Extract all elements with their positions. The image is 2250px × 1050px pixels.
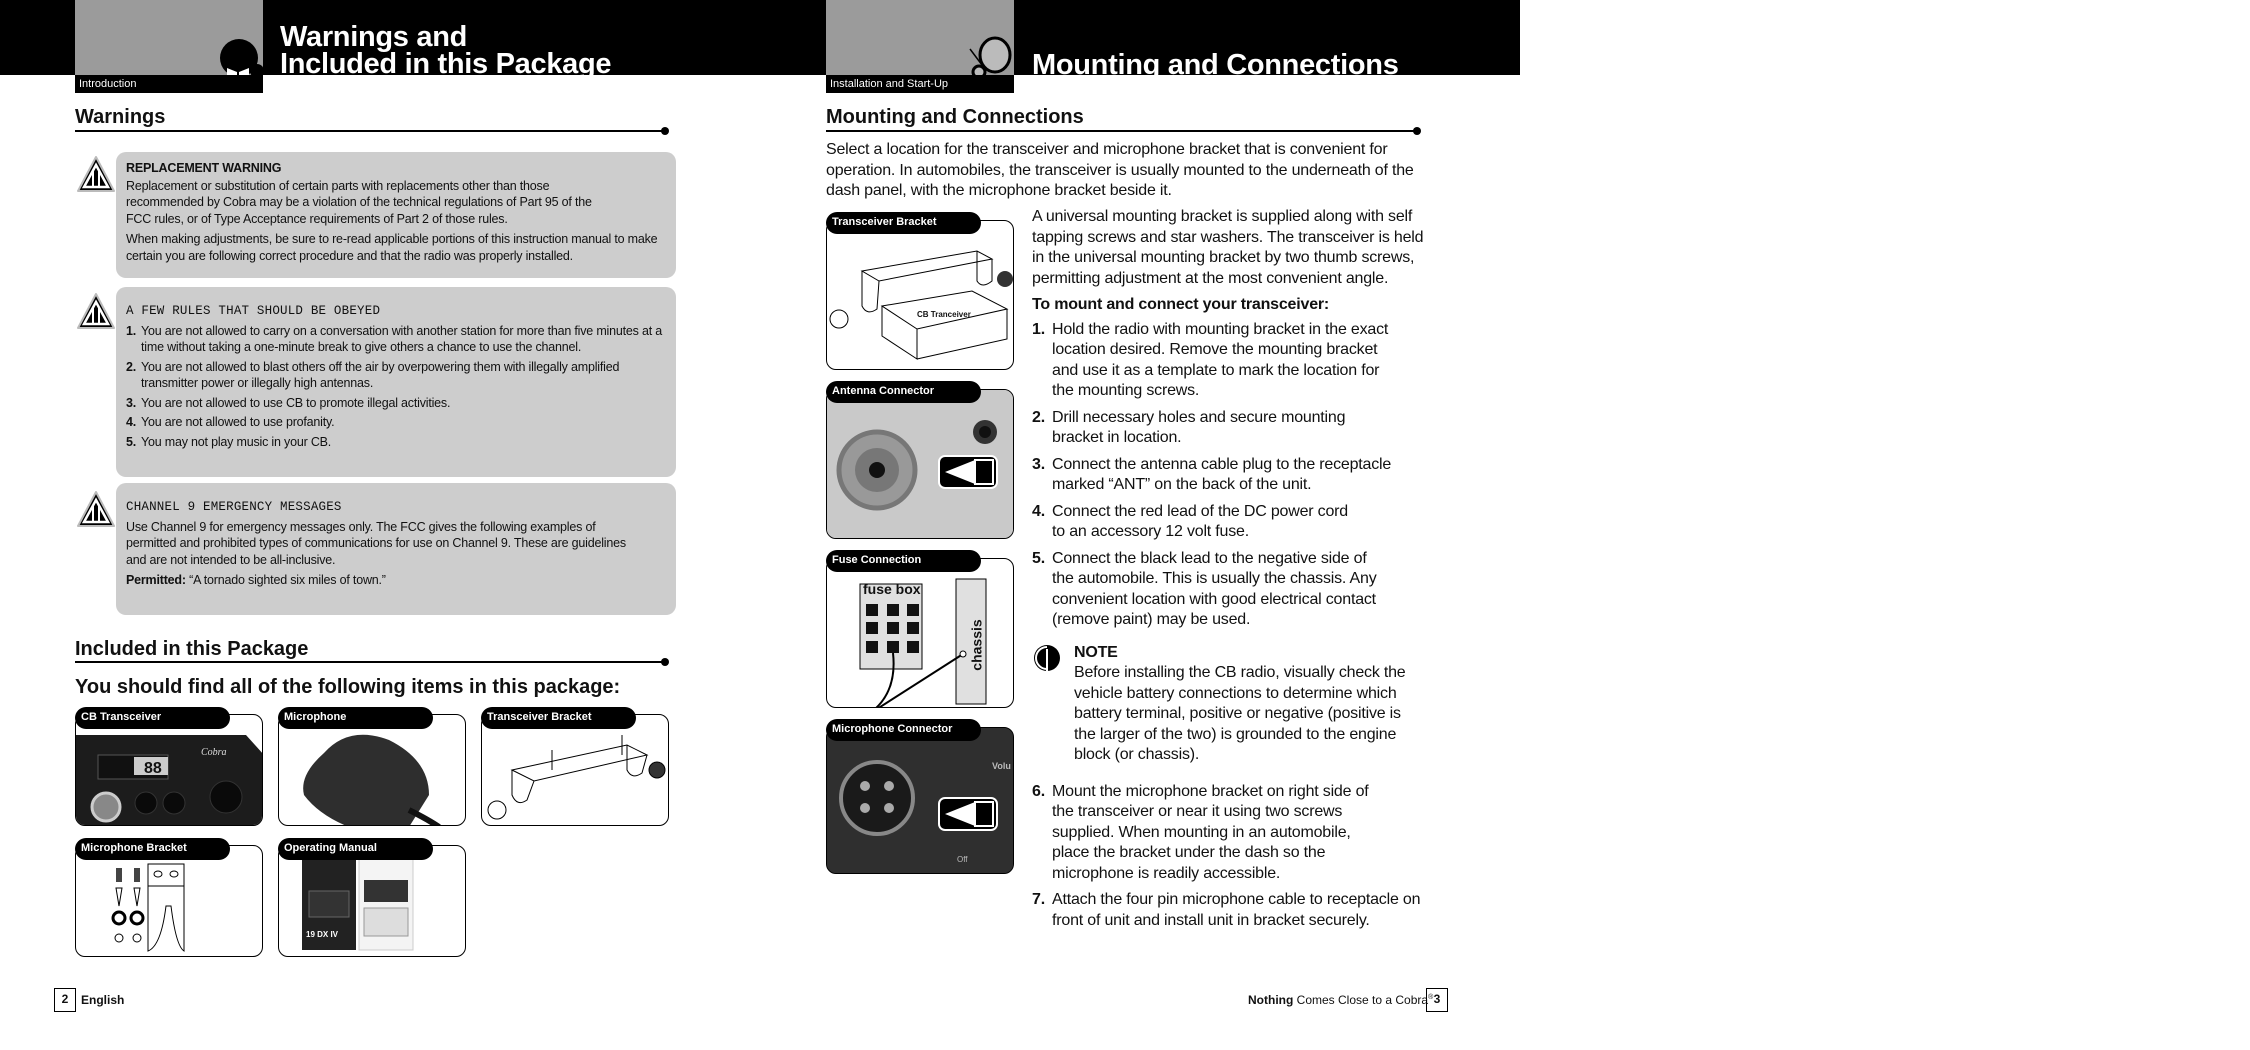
- channel9-para: Use Channel 9 for emergency messages onl…: [126, 519, 626, 567]
- footer-tagline: Nothing Comes Close to a Cobra®: [1248, 993, 1434, 1007]
- note-block: NOTE Before installing the CB radio, vis…: [1032, 643, 1427, 766]
- step-item: 1. Hold the radio with mounting bracket i…: [1032, 320, 1389, 400]
- step-item: 7. Attach the four pin microphone cable t…: [1032, 891, 1421, 929]
- note-info-icon: [1034, 644, 1060, 673]
- figure-fuse-connection: fuse box chassis: [826, 558, 1014, 708]
- steps-heading: To mount and connect your transceiver:: [1032, 296, 1330, 313]
- note-text: Before installing the CB radio, visually…: [1074, 664, 1406, 763]
- bracket-with-transceiver-diagram: [829, 250, 1013, 360]
- channel9-text: CHANNEL 9 EMERGENCY MESSAGES Use Channel…: [126, 499, 626, 593]
- left-page-title: Warnings and Included in this Package: [280, 21, 612, 80]
- instructions-column: A universal mounting bracket is supplied…: [1032, 207, 1427, 937]
- step-item: 6. Mount the microphone bracket on right …: [1032, 782, 1369, 882]
- rule-item: 2. You are not allowed to blast others of…: [126, 359, 620, 391]
- bracket-paragraph: A universal mounting bracket is supplied…: [1032, 208, 1424, 287]
- package-item-microphone-bracket: [75, 845, 263, 957]
- chassis-label: chassis: [968, 619, 985, 671]
- right-section-tab: Installation and Start-Up: [826, 0, 1014, 93]
- package-item-label: Operating Manual: [278, 838, 433, 860]
- title-line-1: Warnings and: [280, 21, 468, 53]
- package-item-label: Microphone: [278, 707, 433, 729]
- microphone-connector-photo: [827, 728, 1013, 873]
- svg-text:88: 88: [144, 760, 162, 777]
- section-tab-label: Introduction: [75, 75, 263, 93]
- replacement-warning-title: REPLACEMENT WARNING: [126, 161, 282, 175]
- step-item: 3. Connect the antenna cable plug to the …: [1032, 455, 1392, 494]
- figure-transceiver-bracket: CB Tranceiver: [826, 220, 1014, 370]
- replacement-warning-text: REPLACEMENT WARNING Replacement or subst…: [126, 160, 671, 268]
- cb-transceiver-image: 88 Cobra: [76, 715, 262, 825]
- figure-label: Transceiver Bracket: [826, 212, 981, 234]
- package-subheading: You should find all of the following ite…: [75, 676, 621, 698]
- page-number: 3: [1426, 988, 1448, 1012]
- fuse-box-label: fuse box: [863, 581, 921, 597]
- page-number: 2: [54, 988, 76, 1012]
- right-page-title: Mounting and Connections: [1032, 49, 1399, 81]
- step-item: 5. Connect the black lead to the negative…: [1032, 549, 1377, 629]
- microphone-image: [303, 734, 441, 825]
- figure-label: Fuse Connection: [826, 550, 981, 572]
- cb-tranceiver-label: CB Tranceiver: [917, 310, 971, 319]
- adjustment-warning-para: When making adjustments, be sure to re-r…: [126, 232, 658, 263]
- figure-microphone-connector: Volu Off: [826, 727, 1014, 874]
- warning-triangle-icon: [77, 156, 115, 192]
- rule-item: 1. You are not allowed to carry on a conv…: [126, 323, 663, 355]
- step-item: 4. Connect the red lead of the DC power c…: [1032, 502, 1348, 541]
- section-rule: [75, 658, 669, 666]
- svg-text:Cobra: Cobra: [201, 747, 227, 758]
- package-item-label: CB Transceiver: [75, 707, 230, 729]
- section-rule: [826, 127, 1421, 135]
- rule-item: 4. You are not allowed to use profanity.: [126, 415, 335, 429]
- permitted-example: Permitted: “A tornado sighted six miles …: [126, 573, 386, 587]
- step-item: 2. Drill necessary holes and secure mount…: [1032, 408, 1346, 447]
- warning-triangle-icon: [77, 491, 115, 527]
- package-item-label: Microphone Bracket: [75, 838, 230, 860]
- antenna-dish-icon: [969, 36, 1012, 80]
- volume-knob-label: Volu: [992, 761, 1011, 771]
- replacement-warning-para: Replacement or substitution of certain p…: [126, 178, 592, 226]
- package-item-label: Transceiver Bracket: [481, 707, 636, 729]
- channel9-title: CHANNEL 9 EMERGENCY MESSAGES: [126, 500, 342, 514]
- rules-title: A FEW RULES THAT SHOULD BE OBEYED: [126, 304, 381, 318]
- transceiver-bracket-image: [487, 735, 666, 820]
- section-tab-label: Installation and Start-Up: [826, 75, 1014, 93]
- manual-cover-model: 19 DX IV: [306, 930, 339, 939]
- package-heading: Included in this Package: [75, 638, 309, 660]
- rules-list: A FEW RULES THAT SHOULD BE OBEYED 1. You …: [126, 303, 671, 453]
- mounting-heading: Mounting and Connections: [826, 106, 1084, 128]
- operating-manual-image: [302, 857, 414, 951]
- microphone-bracket-image: [111, 863, 185, 952]
- section-rule: [75, 127, 669, 135]
- language-label: English: [81, 993, 125, 1007]
- off-label: Off: [957, 855, 968, 864]
- package-item-operating-manual: 19 DX IV: [278, 845, 466, 957]
- figure-antenna-connector: [826, 389, 1014, 539]
- antenna-connector-photo: [827, 390, 1013, 538]
- warning-triangle-icon: [77, 293, 115, 329]
- figure-label: Antenna Connector: [826, 381, 981, 403]
- note-content: NOTE Before installing the CB radio, vis…: [1074, 643, 1419, 766]
- package-item-cb-transceiver: 88 Cobra: [75, 714, 263, 826]
- left-section-tab: Introduction: [75, 0, 263, 93]
- warnings-heading: Warnings: [75, 106, 166, 128]
- note-title: NOTE: [1074, 643, 1118, 661]
- figure-label: Microphone Connector: [826, 719, 981, 741]
- intro-paragraph: Select a location for the transceiver an…: [826, 141, 1414, 199]
- title-line-2: Included in this Package: [280, 48, 612, 80]
- rule-item: 3. You are not allowed to use CB to promo…: [126, 395, 451, 410]
- rule-item: 5. You may not play music in your CB.: [126, 434, 332, 449]
- package-item-microphone: [278, 714, 466, 826]
- package-item-transceiver-bracket: [481, 714, 669, 826]
